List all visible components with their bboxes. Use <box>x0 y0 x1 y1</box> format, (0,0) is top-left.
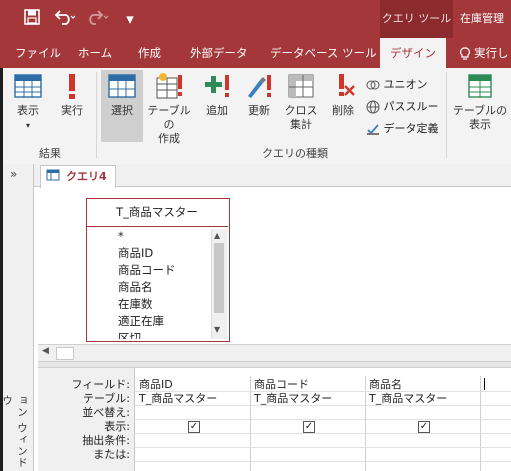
append-query-button[interactable]: 追加 <box>200 72 234 118</box>
query-type-group-label: クエリの種類 <box>262 147 328 160</box>
data-definition-label: データ定義 <box>383 122 439 135</box>
field-list-item[interactable]: 商品名 <box>118 279 153 296</box>
grid-table-cell[interactable]: T_商品マスター <box>139 392 247 405</box>
delete-query-button[interactable]: 削除 <box>326 72 360 118</box>
lightbulb-icon <box>460 38 470 68</box>
divider <box>446 72 447 158</box>
tab-external-data[interactable]: 外部データ <box>190 38 248 68</box>
grid-table-cell[interactable]: T_商品マスター <box>369 392 477 405</box>
field-list-item[interactable]: 適正在庫 <box>118 313 164 330</box>
grid-row-divider <box>135 461 511 462</box>
scroll-left-icon[interactable]: ◀ <box>42 346 49 356</box>
results-group-label: 結果 <box>39 147 61 160</box>
run-icon <box>69 74 75 99</box>
select-query-icon <box>108 74 136 98</box>
row-header-or: または: <box>93 448 130 461</box>
row-header-show: 表示: <box>104 420 130 433</box>
scroll-up-icon[interactable]: ▲ <box>214 231 220 240</box>
field-list-item[interactable]: 区切 <box>118 330 141 339</box>
tab-create[interactable]: 作成 <box>138 38 161 68</box>
grid-row-divider <box>135 405 511 406</box>
document-tab-label: クエリ4 <box>66 170 107 183</box>
update-icon <box>248 75 271 98</box>
show-table-button[interactable]: テーブルの 表示 <box>452 72 508 132</box>
expand-nav-pane-button[interactable]: » <box>10 167 17 181</box>
make-table-icon <box>156 73 182 99</box>
select-label: 選択 <box>111 104 133 117</box>
view-label: 表示 <box>17 104 39 117</box>
union-label: ユニオン <box>383 78 428 91</box>
scroll-thumb[interactable] <box>214 243 224 313</box>
run-button[interactable]: 実行 <box>56 72 88 118</box>
make-table-label-2: 作成 <box>158 132 180 145</box>
save-icon[interactable] <box>22 9 42 29</box>
grid-table-cell[interactable]: T_商品マスター <box>254 392 362 405</box>
tell-me-search[interactable]: 実行し <box>474 38 509 68</box>
grid-row-divider <box>135 419 511 420</box>
undo-icon[interactable] <box>52 9 78 29</box>
tab-file[interactable]: ファイル <box>15 38 61 68</box>
make-table-button[interactable]: テーブルの 作成 <box>144 72 194 146</box>
update-query-button[interactable]: 更新 <box>242 72 276 118</box>
pane-splitter[interactable] <box>38 361 511 368</box>
update-label: 更新 <box>248 104 270 117</box>
data-definition-query-button[interactable]: データ定義 <box>366 120 439 136</box>
row-header-field: フィールド: <box>71 378 131 391</box>
grid-row-divider <box>135 447 511 448</box>
grid-field-cell[interactable]: 商品コード <box>254 378 362 391</box>
show-checkbox[interactable]: ✓ <box>188 421 200 433</box>
passthrough-query-button[interactable]: パススルー <box>366 98 439 114</box>
crosstab-label-2: 集計 <box>290 118 312 131</box>
customize-quick-access-icon[interactable]: ▾ <box>120 9 140 29</box>
row-header-table: テーブル: <box>82 392 130 405</box>
union-icon <box>366 80 380 90</box>
field-list-item[interactable]: 商品コード <box>118 262 176 279</box>
grid-row-divider <box>135 433 511 434</box>
navigation-pane-label[interactable]: ョン ウィンドウ <box>1 395 30 471</box>
tab-design[interactable]: デザイン <box>380 38 446 68</box>
show-checkbox[interactable]: ✓ <box>418 421 430 433</box>
view-button[interactable]: 表示 ▾ <box>12 72 44 133</box>
union-query-button[interactable]: ユニオン <box>366 76 428 92</box>
query-icon <box>46 169 60 181</box>
field-list-scrollbar[interactable]: ▲ ▼ <box>211 229 227 339</box>
delete-icon <box>339 74 355 96</box>
app-title: 在庫管理 <box>460 12 504 25</box>
scroll-thumb[interactable] <box>56 347 74 360</box>
grid-field-cell[interactable]: 商品ID <box>139 378 247 391</box>
field-list-title[interactable]: T_商品マスター <box>86 198 228 227</box>
select-query-button[interactable]: 選択 <box>103 72 141 118</box>
row-header-sort: 並べ替え: <box>82 406 130 419</box>
crosstab-label-1: クロス <box>284 104 318 117</box>
show-table-label-1: テーブルの <box>452 104 508 117</box>
field-list-item[interactable]: 商品ID <box>118 245 153 262</box>
append-icon <box>205 75 229 97</box>
divider <box>96 72 97 158</box>
passthrough-label: パススルー <box>383 100 439 113</box>
data-definition-icon <box>367 124 379 135</box>
field-list-item[interactable]: 在庫数 <box>118 296 153 313</box>
query-tools-context-label: クエリ ツール <box>380 0 453 38</box>
chevron-down-icon: ▾ <box>25 121 30 130</box>
field-list-item[interactable]: * <box>118 228 124 245</box>
text-cursor <box>484 378 485 390</box>
crosstab-icon <box>288 74 314 98</box>
show-table-label-2: 表示 <box>469 118 491 131</box>
show-checkbox[interactable]: ✓ <box>303 421 315 433</box>
horizontal-scrollbar[interactable]: ◀ <box>38 344 511 361</box>
globe-icon <box>366 100 380 114</box>
append-label: 追加 <box>206 104 228 117</box>
delete-label: 削除 <box>332 104 354 117</box>
redo-icon[interactable] <box>86 9 112 29</box>
datasheet-view-icon <box>14 74 42 98</box>
grid-field-cell[interactable]: 商品名 <box>369 378 477 391</box>
scroll-down-icon[interactable]: ▼ <box>214 325 220 334</box>
tab-database-tools[interactable]: データベース ツール <box>270 38 377 68</box>
show-table-icon <box>468 74 492 98</box>
tab-home[interactable]: ホーム <box>78 38 112 68</box>
make-table-label-1: テーブルの <box>147 104 191 131</box>
crosstab-query-button[interactable]: クロス 集計 <box>284 72 318 132</box>
row-header-criteria: 抽出条件: <box>82 434 130 447</box>
run-label: 実行 <box>61 104 83 117</box>
